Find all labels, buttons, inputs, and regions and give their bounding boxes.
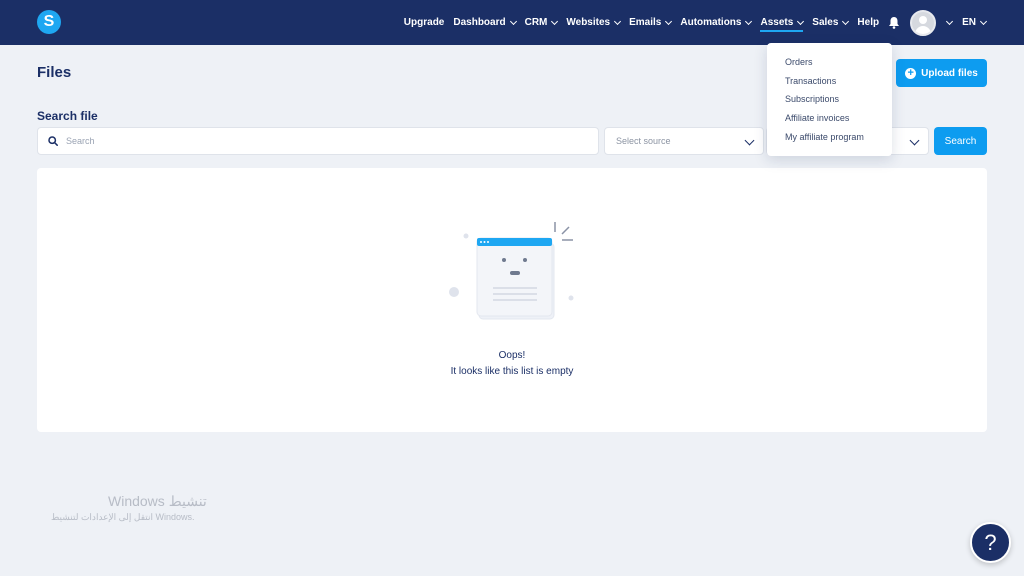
- upload-files-button[interactable]: + Upload files: [896, 59, 987, 87]
- nav-help-label: Help: [857, 17, 880, 28]
- search-input[interactable]: [66, 136, 566, 146]
- top-nav-bar: S Upgrade Dashboard CRM Websites Emails …: [0, 0, 1024, 45]
- empty-list-illustration: [449, 222, 574, 320]
- language-selector[interactable]: EN: [962, 17, 988, 28]
- nav-automations-label: Automations: [680, 17, 742, 28]
- help-chat-button[interactable]: ?: [970, 522, 1011, 563]
- menu-item-orders[interactable]: Orders: [767, 56, 892, 75]
- bell-icon[interactable]: [888, 16, 900, 29]
- chevron-down-icon: [551, 17, 559, 25]
- nav-crm-label: CRM: [524, 17, 548, 28]
- menu-item-affiliate-invoices[interactable]: Affiliate invoices: [767, 112, 892, 131]
- nav-upgrade-label: Upgrade: [403, 17, 445, 28]
- empty-state-subtitle: It looks like this list is empty: [450, 366, 574, 377]
- windows-activation-title: Windows تنشيط: [108, 493, 207, 509]
- empty-state-title: Oops!: [498, 350, 526, 361]
- windows-activation-subtitle: انتقل إلى الإعدادات لتنشيط Windows.: [51, 512, 195, 522]
- nav-assets[interactable]: Assets: [760, 17, 805, 32]
- nav-crm[interactable]: CRM: [524, 17, 559, 28]
- chevron-down-icon: [744, 135, 755, 146]
- menu-item-transactions[interactable]: Transactions: [767, 75, 892, 94]
- select-source-dropdown[interactable]: Select source: [604, 127, 764, 155]
- select-source-placeholder: Select source: [616, 136, 671, 146]
- nav-emails[interactable]: Emails: [629, 17, 673, 28]
- nav-dashboard[interactable]: Dashboard: [453, 17, 517, 28]
- plus-circle-icon: +: [905, 67, 917, 79]
- upload-files-label: Upload files: [921, 67, 978, 79]
- avatar[interactable]: [910, 9, 937, 36]
- search-button-label: Search: [944, 135, 977, 147]
- assets-dropdown-menu: Orders Transactions Subscriptions Affili…: [767, 43, 892, 156]
- search-icon: [48, 136, 58, 146]
- nav-emails-label: Emails: [629, 17, 662, 28]
- menu-item-my-affiliate-program[interactable]: My affiliate program: [767, 131, 892, 150]
- nav-upgrade[interactable]: Upgrade: [404, 17, 445, 28]
- chevron-down-icon: [979, 17, 988, 25]
- language-label: EN: [962, 17, 976, 28]
- menu-item-subscriptions[interactable]: Subscriptions: [767, 93, 892, 112]
- nav-sales[interactable]: Sales: [812, 17, 850, 28]
- search-input-wrapper[interactable]: [37, 127, 599, 155]
- systeme-logo[interactable]: S: [37, 10, 61, 34]
- chevron-down-icon: [665, 17, 673, 25]
- files-list-card: Oops! It looks like this list is empty: [37, 168, 987, 432]
- chevron-down-icon: [614, 17, 622, 25]
- chevron-down-icon: [909, 135, 920, 146]
- nav-dashboard-label: Dashboard: [453, 17, 506, 28]
- nav-sales-label: Sales: [812, 17, 839, 28]
- chevron-down-icon[interactable]: [946, 17, 954, 25]
- chevron-down-icon: [842, 17, 850, 25]
- question-mark-icon: ?: [984, 529, 997, 555]
- chevron-down-icon: [745, 17, 753, 25]
- nav-assets-label: Assets: [760, 17, 794, 28]
- nav-help[interactable]: Help: [857, 17, 879, 28]
- search-button[interactable]: Search: [934, 127, 987, 155]
- search-file-heading: Search file: [37, 109, 98, 123]
- nav-websites[interactable]: Websites: [566, 17, 622, 28]
- nav-automations[interactable]: Automations: [680, 17, 753, 28]
- nav-websites-label: Websites: [566, 17, 611, 28]
- page-title: Files: [37, 64, 72, 81]
- chevron-down-icon: [509, 17, 517, 25]
- chevron-down-icon: [797, 17, 805, 25]
- main-nav: Upgrade Dashboard CRM Websites Emails Au…: [404, 0, 1024, 45]
